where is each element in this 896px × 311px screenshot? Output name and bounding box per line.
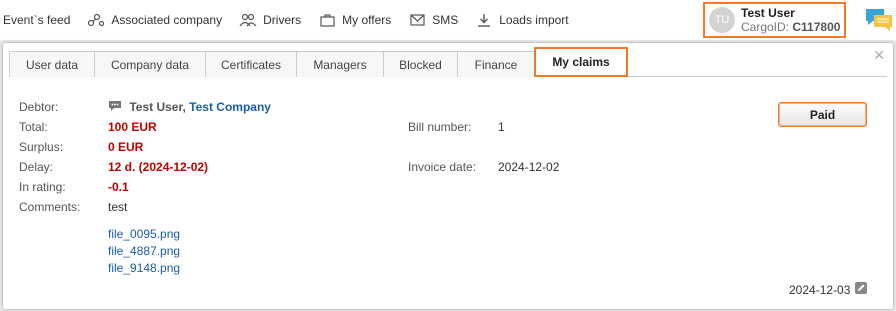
nav-drivers-label: Drivers: [263, 13, 302, 27]
surplus-value: 0 EUR: [108, 140, 144, 154]
rating-value: -0.1: [108, 180, 129, 194]
total-label: Total:: [19, 120, 48, 134]
cargo-id-label: CargoID:: [741, 19, 790, 34]
cargo-id-value: C117800: [792, 19, 841, 34]
cargo-id-line: CargoID: C117800: [741, 20, 840, 34]
nav-my-offers[interactable]: My offers: [318, 12, 391, 28]
briefcase-icon: [318, 12, 336, 28]
drivers-icon: [239, 12, 257, 28]
nav-loads-import[interactable]: Loads import: [475, 12, 569, 28]
network-icon: [87, 12, 105, 28]
invoice-date-label: Invoice date:: [408, 160, 477, 174]
debtor-user: Test User,: [129, 100, 186, 114]
attachment-link[interactable]: file_0095.png: [108, 227, 180, 241]
invoice-date-value: 2024-12-02: [498, 160, 560, 174]
nav-associated-company[interactable]: Associated company: [87, 12, 222, 28]
avatar: TU: [709, 7, 735, 33]
bill-number-label: Bill number:: [408, 120, 472, 134]
user-info: Test User CargoID: C117800: [741, 5, 840, 34]
total-value: 100 EUR: [108, 120, 157, 134]
comments-label: Comments:: [19, 200, 81, 214]
nav-sms-label: SMS: [432, 13, 459, 27]
download-icon: [475, 12, 493, 28]
nav-events-feed[interactable]: Event`s feed: [3, 13, 70, 27]
nav-loads-import-label: Loads import: [499, 13, 569, 27]
delay-value: 12 d. (2024-12-02): [108, 160, 209, 174]
user-name: Test User: [741, 5, 795, 20]
comments-value: test: [108, 200, 128, 214]
claim-details: Debtor: Test User, Test Company Total: 1…: [3, 43, 893, 309]
chat-icon[interactable]: [864, 6, 894, 34]
user-profile-menu[interactable]: TU Test User CargoID: C117800: [703, 2, 846, 38]
surplus-label: Surplus:: [19, 140, 64, 154]
attachment-link[interactable]: file_9148.png: [108, 261, 180, 275]
attachment-link[interactable]: file_4887.png: [108, 244, 180, 258]
envelope-icon: [408, 12, 426, 28]
speech-bubble-icon: [108, 100, 122, 112]
nav-associated-company-label: Associated company: [111, 13, 223, 27]
bill-number-value: 1: [498, 120, 505, 134]
nav-drivers[interactable]: Drivers: [239, 12, 301, 28]
nav-events-feed-label: Event`s feed: [3, 13, 71, 27]
debtor-label: Debtor:: [19, 100, 59, 114]
claim-created-date: 2024-12-03: [789, 283, 851, 297]
debtor-value: Test User, Test Company: [108, 100, 271, 114]
delay-label: Delay:: [19, 160, 54, 174]
user-details-panel: ✕ User data Company data Certificates Ma…: [2, 42, 894, 310]
debtor-company-link[interactable]: Test Company: [189, 100, 271, 114]
top-navigation-bar: Event`s feed Associated company Drivers …: [0, 0, 896, 40]
main-nav: Event`s feed Associated company Drivers …: [0, 0, 586, 40]
paid-button[interactable]: Paid: [778, 102, 867, 127]
nav-my-offers-label: My offers: [342, 13, 392, 27]
rating-label: In rating:: [19, 180, 66, 194]
edit-icon[interactable]: [855, 282, 867, 294]
nav-sms[interactable]: SMS: [408, 12, 458, 28]
